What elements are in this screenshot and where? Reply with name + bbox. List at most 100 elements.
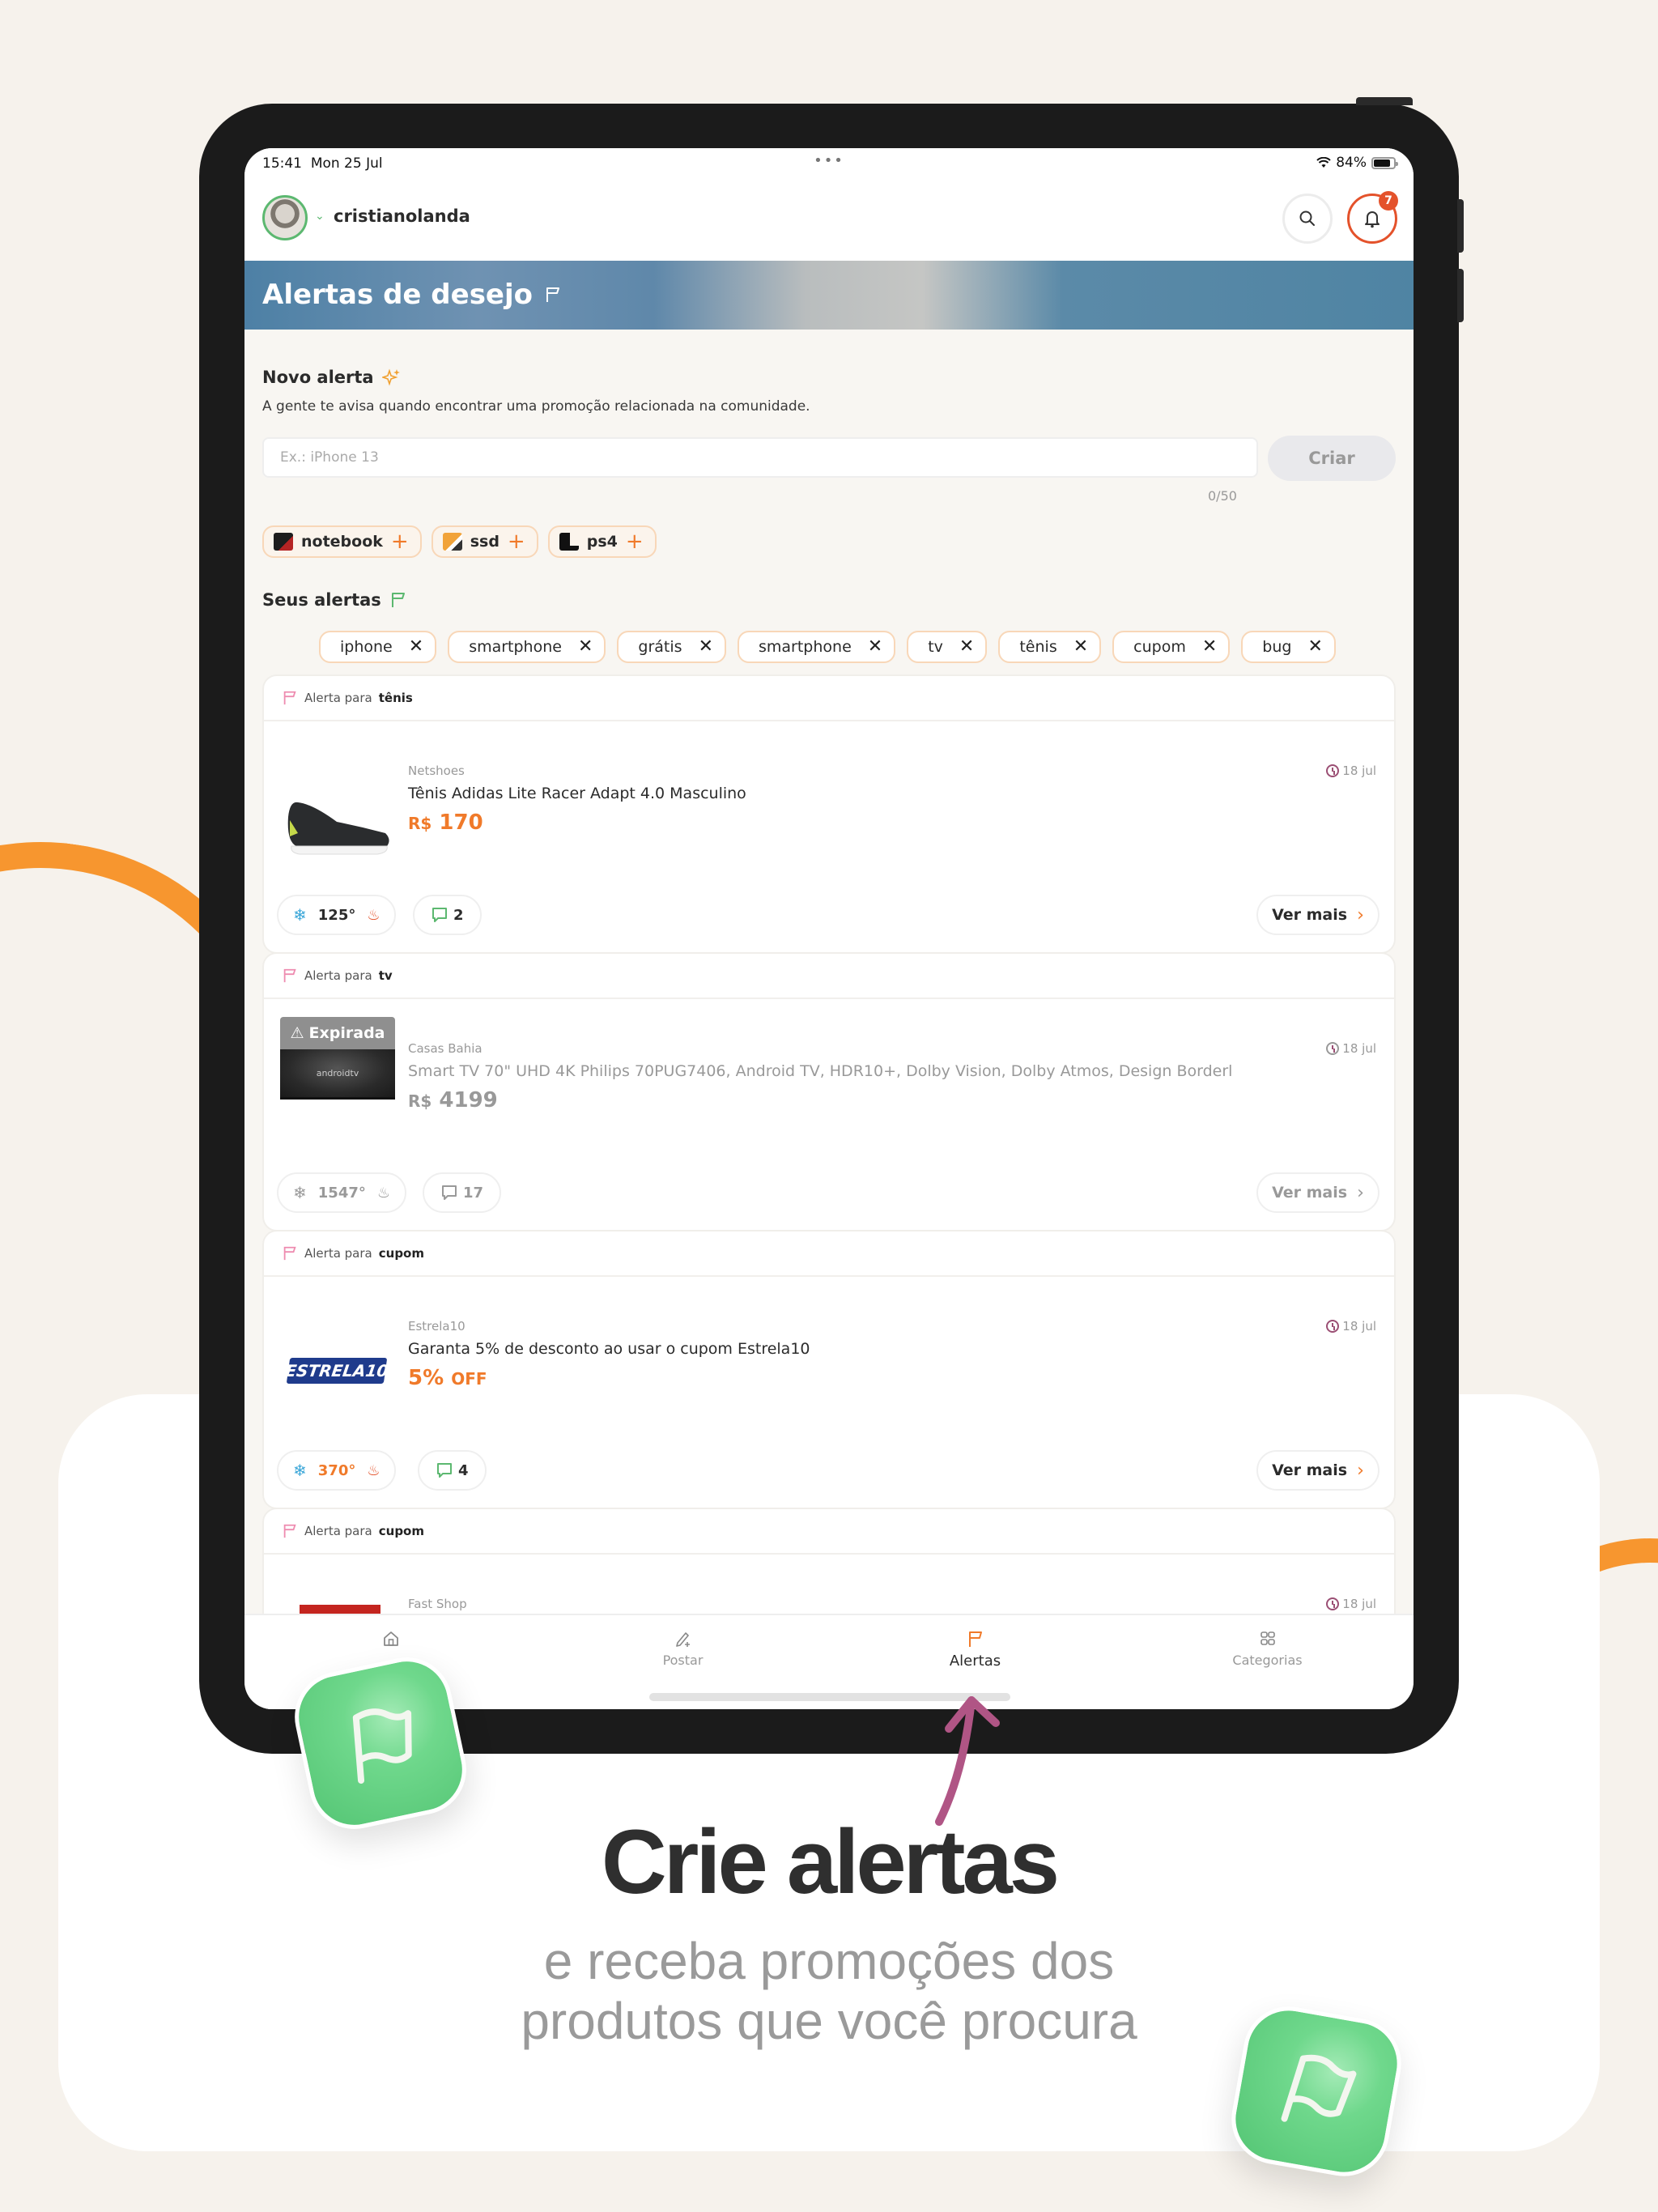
my-alert-chip[interactable]: iphone ✕ <box>319 631 437 663</box>
notifications-button[interactable]: 7 <box>1347 191 1398 244</box>
expired-badge: ⚠ Expirada <box>280 1017 395 1049</box>
chevron-right-icon: › <box>1357 1460 1364 1481</box>
store-logo-estrela10: ESTRELA10 <box>284 1358 389 1384</box>
notification-badge: 7 <box>1379 191 1398 211</box>
fire-icon[interactable]: ♨ <box>377 1185 390 1202</box>
deal-title[interactable]: Garanta 5% de desconto ao usar o cupom E… <box>408 1340 810 1358</box>
plus-icon: + <box>390 530 409 554</box>
snowflake-icon[interactable]: ❄ <box>293 905 307 925</box>
suggestion-chip-notebook[interactable]: notebook + <box>262 525 422 558</box>
battery-level <box>1374 159 1391 167</box>
my-alerts-header: Seus alertas <box>262 590 407 610</box>
alert-card[interactable]: Alerta para tv ⚠ Expirada androidtv Casas… <box>262 952 1396 1231</box>
comments-button[interactable]: 2 <box>413 895 482 935</box>
temperature: 1547° <box>317 1184 366 1202</box>
chevron-right-icon: › <box>1357 904 1364 925</box>
flag-icon <box>283 968 296 983</box>
alert-keyword-input[interactable] <box>262 437 1258 478</box>
see-more-button[interactable]: Ver mais › <box>1256 1172 1380 1213</box>
status-date: Mon 25 Jul <box>310 155 383 172</box>
post-date: 18 jul <box>1326 1041 1376 1056</box>
marketing-headline: Crie alertas <box>601 1811 1060 1912</box>
device-volume-button <box>1457 269 1464 322</box>
comments-button[interactable]: 4 <box>418 1450 487 1491</box>
pointer-arrow-icon <box>935 1696 1000 1826</box>
post-date: 18 jul <box>1326 764 1376 778</box>
username[interactable]: cristianolanda <box>334 206 470 226</box>
remove-alert-icon[interactable]: ✕ <box>1307 638 1322 656</box>
my-alert-label: tênis <box>1019 638 1057 656</box>
alert-card[interactable]: Alerta para cupom ESTRELA10 Estrela10 18 … <box>262 1230 1396 1509</box>
remove-alert-icon[interactable]: ✕ <box>959 638 974 656</box>
card-header: Alerta para tv <box>264 954 1394 999</box>
snowflake-icon[interactable]: ❄ <box>293 1183 307 1202</box>
tab-categorias[interactable]: Categorias <box>1121 1615 1414 1709</box>
search-button[interactable] <box>1282 194 1333 244</box>
suggestion-chip-ps4[interactable]: ps4 + <box>547 525 657 558</box>
alert-label: Alerta para <box>304 1524 372 1538</box>
my-alert-chip[interactable]: smartphone ✕ <box>448 631 606 663</box>
card-header: Alerta para cupom <box>264 1231 1394 1277</box>
my-alert-chip[interactable]: smartphone ✕ <box>738 631 896 663</box>
deal-discount: 5% OFF <box>408 1366 487 1390</box>
my-alert-label: grátis <box>638 638 682 656</box>
product-image-sneaker <box>287 802 389 855</box>
see-more-button[interactable]: Ver mais › <box>1256 895 1380 935</box>
fire-icon[interactable]: ♨ <box>367 907 380 924</box>
create-alert-button[interactable]: Criar <box>1268 436 1396 481</box>
new-alert-title: Novo alerta <box>262 368 374 387</box>
page-banner: Alertas de desejo <box>244 261 1414 330</box>
my-alert-label: tv <box>928 638 943 656</box>
remove-alert-icon[interactable]: ✕ <box>1202 638 1217 656</box>
remove-alert-icon[interactable]: ✕ <box>409 638 423 656</box>
comments-button[interactable]: 17 <box>423 1172 502 1213</box>
product-image-tv: androidtv <box>280 1049 395 1100</box>
character-counter: 0/50 <box>1208 488 1237 504</box>
plus-icon: + <box>507 530 525 554</box>
store-name: Netshoes <box>408 764 465 778</box>
chevron-right-icon: › <box>1357 1182 1364 1203</box>
alert-card[interactable]: Alerta para tênis Netshoes 18 jul Tênis A… <box>262 674 1396 954</box>
my-alert-chip[interactable]: tênis ✕ <box>998 631 1102 663</box>
my-alert-label: iphone <box>340 638 393 656</box>
deal-title[interactable]: Smart TV 70" UHD 4K Philips 70PUG7406, A… <box>408 1062 1232 1080</box>
suggestion-chips: notebook + ssd + ps4 + <box>262 525 657 558</box>
clock-icon <box>1326 764 1340 777</box>
card-header: Alerta para tênis <box>264 676 1394 721</box>
app-screen: 15:41 Mon 25 Jul ••• 84% ⌄ cristianoland… <box>244 148 1414 1709</box>
remove-alert-icon[interactable]: ✕ <box>1073 638 1088 656</box>
temperature: 370° <box>317 1461 356 1479</box>
chevron-down-icon[interactable]: ⌄ <box>315 210 325 223</box>
store-name: Fast Shop <box>408 1597 467 1611</box>
pencil-plus-icon <box>675 1632 690 1647</box>
page-title: Alertas de desejo <box>262 279 534 311</box>
my-alert-chip[interactable]: cupom ✕ <box>1112 631 1231 663</box>
comment-icon <box>437 1463 452 1478</box>
deal-price: R$ 170 <box>408 810 483 835</box>
deal-price: R$ 4199 <box>408 1088 498 1112</box>
avatar[interactable] <box>262 195 308 240</box>
comment-icon <box>442 1185 457 1200</box>
remove-alert-icon[interactable]: ✕ <box>578 638 593 656</box>
suggestion-chip-ssd[interactable]: ssd + <box>431 525 538 558</box>
deal-title[interactable]: Tênis Adidas Lite Racer Adapt 4.0 Mascul… <box>408 785 746 802</box>
ps4-thumbnail <box>559 533 579 551</box>
multitasking-dots[interactable]: ••• <box>814 152 844 169</box>
temperature: 125° <box>317 906 356 924</box>
my-alert-chip[interactable]: tv ✕ <box>907 631 988 663</box>
app-header: ⌄ cristianolanda 7 <box>244 177 1414 261</box>
remove-alert-icon[interactable]: ✕ <box>868 638 882 656</box>
post-date: 18 jul <box>1326 1319 1376 1334</box>
see-more-button[interactable]: Ver mais › <box>1256 1450 1380 1491</box>
warning-icon: ⚠ <box>290 1024 304 1042</box>
my-alert-chip[interactable]: grátis ✕ <box>617 631 726 663</box>
remove-alert-icon[interactable]: ✕ <box>699 638 713 656</box>
fire-icon[interactable]: ♨ <box>367 1462 380 1479</box>
flag-icon <box>352 1708 412 1784</box>
clock-icon <box>1326 1597 1340 1610</box>
flag-icon <box>283 1246 296 1261</box>
store-name: Estrela10 <box>408 1319 466 1334</box>
snowflake-icon[interactable]: ❄ <box>293 1461 307 1480</box>
my-alert-chip[interactable]: bug ✕ <box>1241 631 1336 663</box>
card-header: Alerta para cupom <box>264 1509 1394 1555</box>
